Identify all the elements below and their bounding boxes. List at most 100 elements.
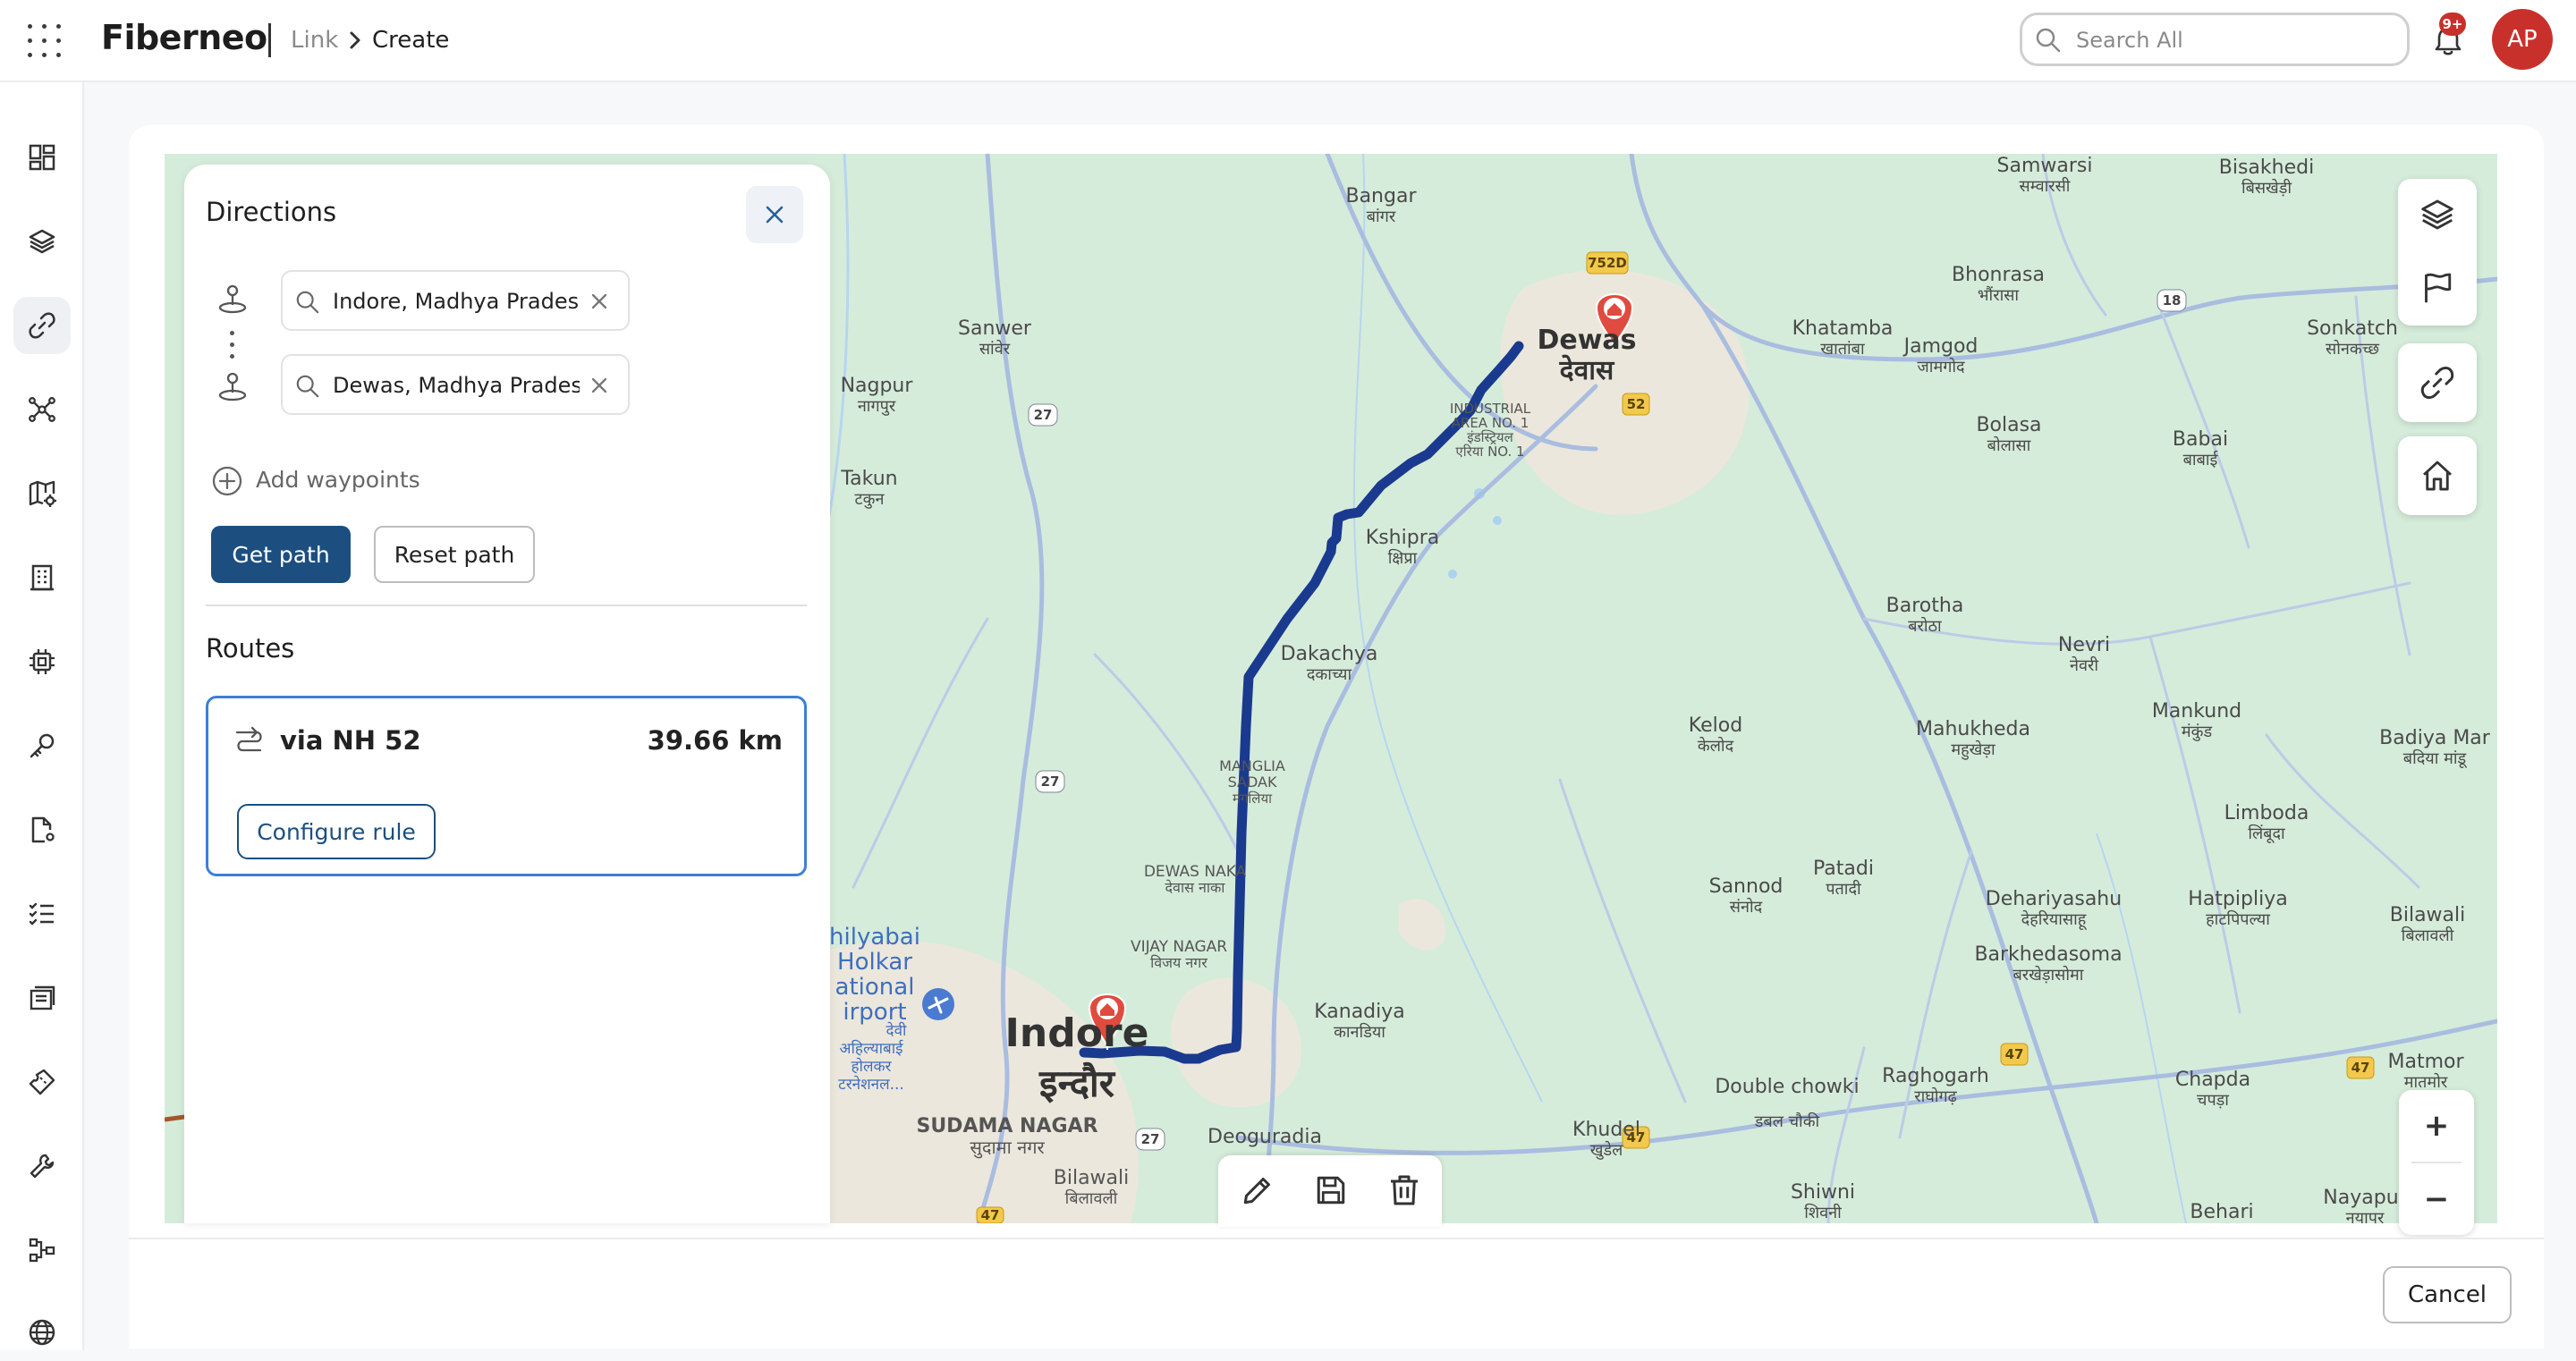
place-label: Bangar <box>1345 185 1417 207</box>
place-label: Kelod <box>1689 714 1742 737</box>
cancel-button[interactable]: Cancel <box>2383 1266 2512 1323</box>
origin-input[interactable] <box>331 286 581 317</box>
sidebar-item-layers[interactable] <box>13 213 71 270</box>
place-label-hi: खातांबा <box>1820 340 1865 359</box>
brand-logo[interactable]: Fiberneo <box>101 18 267 57</box>
place-label: Nevri <box>2058 634 2110 656</box>
place-label-hi: जामगोद <box>1917 357 1965 376</box>
place-label: Deoguradia <box>1208 1126 1322 1148</box>
search-input[interactable] <box>2074 24 2400 56</box>
sidebar-item-topology[interactable] <box>13 381 71 438</box>
place-label: Badiya Mar <box>2379 727 2491 749</box>
origin-field[interactable] <box>281 270 630 331</box>
place-label-hi: नेवरी <box>2070 655 2098 675</box>
zoom-in-button[interactable]: + <box>2399 1090 2474 1162</box>
network-topology-icon <box>29 397 55 422</box>
place-label-hi: संनोद <box>1730 897 1763 917</box>
search-icon <box>296 375 319 398</box>
place-label: Behari <box>2190 1201 2253 1223</box>
place-label: Nagpur <box>841 375 914 397</box>
destination-input[interactable] <box>331 370 581 401</box>
map-layers-button[interactable] <box>2398 179 2477 250</box>
sidebar-item-inventory[interactable] <box>13 969 71 1027</box>
place-label: Hatpipliya <box>2188 888 2287 910</box>
sidebar-item-dashboard[interactable] <box>13 129 71 186</box>
directions-panel: Directions Indore, Madhya Pradesh, India… <box>184 165 830 1223</box>
directions-title: Directions <box>206 197 337 227</box>
sidebar-item-links[interactable] <box>13 297 71 354</box>
sidebar-item-documents[interactable] <box>13 801 71 858</box>
district-label: VIJAY NAGAR <box>1131 938 1227 956</box>
place-label: Mahukheda <box>1916 718 2030 740</box>
sidebar-item-buildings[interactable] <box>13 549 71 606</box>
app-launcher-icon[interactable] <box>27 23 63 59</box>
sidebar-item-devices[interactable] <box>13 633 71 690</box>
sidebar-item-hierarchy[interactable] <box>13 1222 71 1279</box>
reset-path-button[interactable]: Reset path <box>374 526 535 583</box>
save-route-button[interactable] <box>1311 1171 1351 1211</box>
origin-pin-icon <box>218 284 247 314</box>
breadcrumb-link[interactable]: Link <box>291 27 338 54</box>
add-waypoints-label: Add waypoints <box>256 467 420 493</box>
search-icon <box>2036 28 2061 53</box>
global-search[interactable] <box>2020 13 2410 66</box>
city-label-hi: इन्दौर <box>1038 1061 1116 1105</box>
place-label-hi: हाटपिपल्या <box>2206 909 2270 929</box>
configure-rule-button[interactable]: Configure rule <box>237 804 436 859</box>
zoom-controls: + − <box>2399 1090 2474 1235</box>
map-link-button[interactable] <box>2398 347 2477 418</box>
sidebar-item-maintenance[interactable] <box>13 1137 71 1195</box>
zoom-out-button[interactable]: − <box>2399 1163 2474 1235</box>
map-flag-button[interactable] <box>2398 252 2477 324</box>
get-path-button[interactable]: Get path <box>211 526 351 583</box>
place-label: Double chowki <box>1715 1076 1859 1098</box>
building-icon <box>30 564 54 591</box>
place-label-hi: बरोठा <box>1908 616 1942 636</box>
place-label-hi: बोलासा <box>1987 435 2031 455</box>
globe-icon <box>29 1319 55 1346</box>
clear-destination-icon[interactable] <box>587 373 612 398</box>
place-label: Matmor <box>2387 1051 2464 1073</box>
sidebar-item-tickets[interactable] <box>13 1053 71 1111</box>
sidebar-item-access[interactable] <box>13 717 71 774</box>
route-option[interactable]: via NH 52 39.66 km Configure rule <box>206 696 807 876</box>
place-label-hi: सोनकच्छ <box>2326 339 2380 359</box>
user-avatar[interactable]: AP <box>2492 9 2553 70</box>
sidebar <box>0 82 84 1350</box>
city-label: SUDAMA NAGAR <box>916 1115 1097 1137</box>
place-label: Kanadiya <box>1314 1001 1405 1023</box>
sidebar-item-tasks[interactable] <box>13 885 71 943</box>
place-label: Kshipra <box>1366 527 1439 549</box>
district-label-hi: एरिया NO. 1 <box>1455 444 1524 460</box>
place-label-hi: शिवनी <box>1804 1203 1842 1222</box>
sidebar-item-map-settings[interactable] <box>13 465 71 522</box>
place-label: Sanwer <box>958 317 1032 340</box>
district-label: SADAK <box>1228 773 1277 790</box>
place-label-hi: बरखेड़ासोमा <box>2013 965 2084 985</box>
place-label: Bisakhedi <box>2219 156 2314 179</box>
place-label: Khudel <box>1572 1119 1640 1141</box>
destination-field[interactable] <box>281 354 630 415</box>
route-name: via NH 52 <box>280 725 421 756</box>
place-label-hi: मंकुंड <box>2182 723 2213 741</box>
place-label: Takun <box>840 468 897 490</box>
close-icon <box>766 206 784 224</box>
sidebar-item-global[interactable] <box>13 1304 71 1361</box>
inventory-icon <box>30 985 55 1010</box>
place-label: Patadi <box>1813 858 1874 880</box>
place-label: Barkhedasoma <box>1974 943 2122 966</box>
shield-label: 47 <box>981 1207 1000 1223</box>
delete-route-button[interactable] <box>1385 1171 1424 1211</box>
shield-label: 752D <box>1588 255 1627 271</box>
edit-route-button[interactable] <box>1238 1171 1277 1211</box>
place-label-hi: कानडिया <box>1334 1022 1385 1042</box>
key-icon <box>30 733 55 758</box>
place-label: Sonkatch <box>2307 317 2398 340</box>
panel-divider <box>206 604 807 606</box>
map-home-button[interactable] <box>2398 440 2477 511</box>
place-label-hi: बदिया मांडू <box>2403 748 2468 768</box>
close-directions-button[interactable] <box>746 186 803 243</box>
clear-origin-icon[interactable] <box>587 289 612 314</box>
place-label: Nayapur <box>2323 1187 2407 1209</box>
district-label-hi: विजय नगर <box>1150 954 1208 971</box>
